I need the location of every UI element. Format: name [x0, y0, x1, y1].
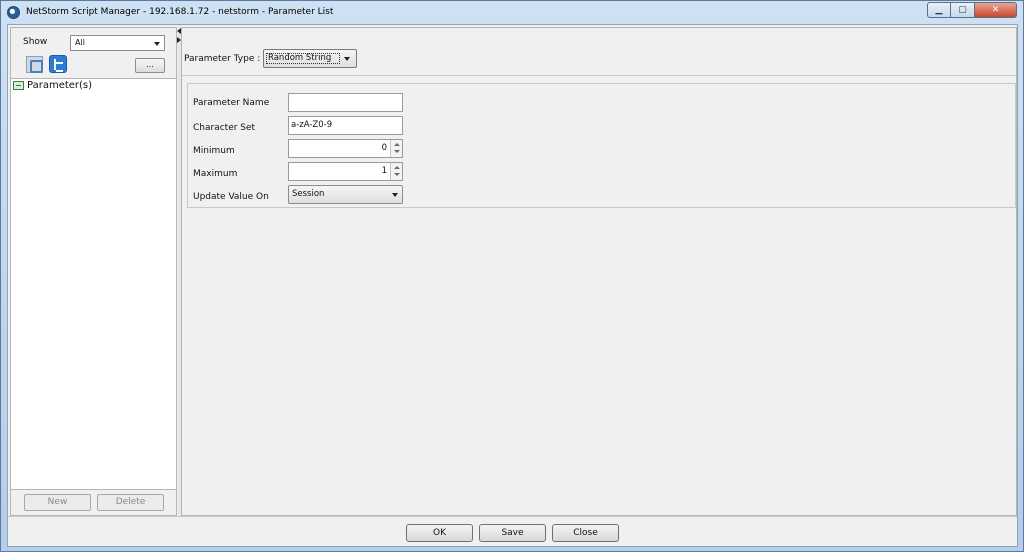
parameter-type-select[interactable]: Random String: [263, 49, 357, 68]
app-logo-icon: [7, 5, 20, 19]
window-controls: ▁ ▢ ✕: [927, 2, 1017, 18]
parameter-type-value: Random String: [266, 53, 340, 64]
chevron-down-icon: [154, 42, 160, 46]
maximum-spin-buttons[interactable]: [390, 163, 402, 180]
increment-icon[interactable]: [394, 143, 400, 146]
show-filter-value: All: [75, 38, 85, 47]
decrement-icon[interactable]: [394, 173, 400, 176]
close-button[interactable]: Close: [552, 524, 619, 542]
decrement-icon[interactable]: [394, 150, 400, 153]
maximize-button[interactable]: ▢: [951, 2, 975, 18]
parameter-tree[interactable]: Parameter(s): [11, 78, 176, 490]
parameter-name-input[interactable]: [288, 93, 403, 112]
show-label: Show: [23, 37, 48, 47]
update-value-on-value: Session: [292, 189, 325, 199]
tree-view-icon[interactable]: [49, 55, 67, 73]
character-set-label: Character Set: [193, 123, 256, 133]
client-area: Show All ... Parameter(s) New Delete Par…: [7, 24, 1018, 547]
increment-icon[interactable]: [394, 166, 400, 169]
close-window-button[interactable]: ✕: [975, 2, 1017, 18]
show-filter-select[interactable]: All: [70, 35, 165, 51]
tree-item-label: Parameter(s): [27, 80, 93, 91]
parameter-name-label: Parameter Name: [193, 98, 270, 108]
tree-item-parameters[interactable]: Parameter(s): [13, 80, 92, 91]
minimum-stepper[interactable]: 0: [288, 139, 403, 158]
minimum-spin-buttons[interactable]: [390, 140, 402, 157]
update-value-on-label: Update Value On: [193, 192, 269, 202]
bottom-button-bar: OK Save Close: [8, 516, 1017, 546]
update-value-on-select[interactable]: Session: [288, 185, 403, 204]
new-button[interactable]: New: [24, 494, 91, 511]
minimum-value: 0: [381, 143, 387, 153]
character-set-input[interactable]: a-zA-Z0-9: [288, 116, 403, 135]
divider: [182, 75, 1016, 76]
maximum-label: Maximum: [193, 169, 238, 179]
maximum-value: 1: [381, 166, 387, 176]
minimize-button[interactable]: ▁: [927, 2, 951, 18]
save-button[interactable]: Save: [479, 524, 546, 542]
app-window: NetStorm Script Manager - 192.168.1.72 -…: [0, 0, 1024, 552]
chevron-down-icon: [344, 57, 350, 61]
left-panel: Show All ... Parameter(s) New Delete: [10, 27, 177, 516]
folder-icon: [13, 81, 24, 90]
more-options-button[interactable]: ...: [135, 58, 165, 73]
maximum-stepper[interactable]: 1: [288, 162, 403, 181]
right-panel: Parameter Type : Random String Parameter…: [181, 27, 1017, 516]
chevron-down-icon: [392, 193, 398, 197]
parameter-form: Parameter Name Character Set a-zA-Z0-9 M…: [187, 83, 1016, 208]
delete-button[interactable]: Delete: [97, 494, 164, 511]
title-bar[interactable]: NetStorm Script Manager - 192.168.1.72 -…: [1, 1, 1023, 23]
parameter-type-label: Parameter Type :: [184, 54, 261, 64]
window-title: NetStorm Script Manager - 192.168.1.72 -…: [26, 7, 334, 17]
ok-button[interactable]: OK: [406, 524, 473, 542]
flat-view-icon[interactable]: [26, 56, 43, 73]
minimum-label: Minimum: [193, 146, 235, 156]
